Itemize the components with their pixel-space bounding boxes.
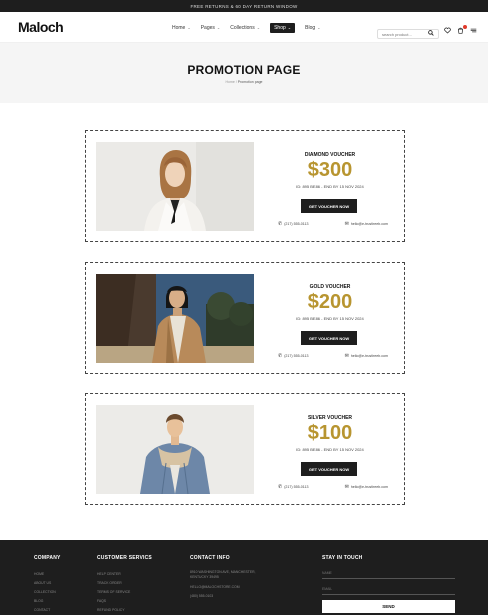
footer-email[interactable]: HELLO@MALOCHSTORE.COM <box>190 585 260 589</box>
footer-company: COMPANY HOME ABOUT US COLLECTION BLOG CO… <box>34 555 61 615</box>
footer-link[interactable]: TRACK ORDER <box>97 581 152 585</box>
email-contact[interactable]: ✉ hello@e-trustireeb.com <box>345 353 388 359</box>
footer-link[interactable]: HOME <box>34 572 61 576</box>
voucher-image <box>96 142 254 231</box>
page-title: PROMOTION PAGE <box>187 62 301 77</box>
footer-link[interactable]: BLOG <box>34 599 61 603</box>
heart-icon[interactable] <box>444 27 451 36</box>
mail-icon: ✉ <box>344 484 349 490</box>
site-header: Maloch Home ⌄ Pages ⌄ Collections ⌄ Shop ⌄ B… <box>0 12 488 43</box>
footer-contact-details: 8910 WASHINGTON AVE, MANCHESTER, KENTUCK… <box>190 570 260 598</box>
page-hero: PROMOTION PAGE Home / Promotion page <box>0 43 488 103</box>
footer-link[interactable]: COLLECTION <box>34 590 61 594</box>
cart-icon[interactable] <box>457 25 467 36</box>
get-voucher-button[interactable]: GET VOUCHER NOW <box>301 199 357 213</box>
footer-heading: CUSTOMER SERVICS <box>97 555 152 561</box>
chevron-down-icon: ⌄ <box>287 25 292 30</box>
voucher-title: SILVER VOUCHER <box>307 415 353 421</box>
chevron-down-icon: ⌄ <box>317 25 321 30</box>
voucher-info: SILVER VOUCHER $100 ID: 895 BE86 - END B… <box>262 394 398 506</box>
voucher-contact: ✆ (217) 555-0113 ✉ hello@e-trustireeb.com <box>278 353 388 359</box>
voucher-image <box>96 405 254 494</box>
voucher-amount: $300 <box>307 159 353 181</box>
voucher-meta: ID: 895 BE86 - END BY 15 NOV 2024 <box>296 447 364 452</box>
footer-heading: COMPANY <box>34 555 61 561</box>
footer-link[interactable]: FAQS <box>97 599 152 603</box>
breadcrumb-home[interactable]: Home <box>225 80 234 84</box>
footer-link[interactable]: CONTACT <box>34 608 61 612</box>
voucher-meta: ID: 895 BE86 - END BY 15 NOV 2024 <box>296 316 364 321</box>
cart-badge <box>463 25 467 29</box>
email-contact[interactable]: ✉ hello@e-trustireeb.com <box>345 221 388 227</box>
logo[interactable]: Maloch <box>18 19 64 35</box>
footer-customer-service: CUSTOMER SERVICS HELP CENTER TRACK ORDER… <box>97 555 152 615</box>
announcement-bar: FREE RETURNS & 60 DAY RETURN WINDOW <box>0 0 488 12</box>
voucher-title: DIAMOND VOUCHER <box>304 152 356 158</box>
footer-heading: CONTACT INFO <box>190 555 230 561</box>
voucher-contact: ✆ (217) 555-0113 ✉ hello@e-trustireeb.com <box>278 221 388 227</box>
get-voucher-button[interactable]: GET VOUCHER NOW <box>301 462 357 476</box>
phone-icon: ✆ <box>278 484 283 490</box>
footer-link[interactable]: HELP CENTER <box>97 572 152 576</box>
voucher-card-silver: SILVER VOUCHER $100 ID: 895 BE86 - END B… <box>85 393 405 505</box>
voucher-info: GOLD VOUCHER $200 ID: 895 BE86 - END BY … <box>262 263 398 375</box>
chevron-down-icon: ⌄ <box>187 25 191 30</box>
nav-home[interactable]: Home ⌄ <box>172 25 191 31</box>
voucher-title: GOLD VOUCHER <box>309 284 351 290</box>
voucher-info: DIAMOND VOUCHER $300 ID: 895 BE86 - END … <box>262 131 398 243</box>
email-contact[interactable]: ✉ hello@e-trustireeb.com <box>345 484 388 490</box>
email-field[interactable] <box>322 584 455 595</box>
footer-link[interactable]: ABOUT US <box>34 581 61 585</box>
voucher-contact: ✆ (217) 555-0113 ✉ hello@e-trustireeb.com <box>278 484 388 490</box>
name-field[interactable] <box>322 568 455 579</box>
mail-icon: ✉ <box>344 221 349 227</box>
voucher-image <box>96 274 254 363</box>
search-icon[interactable] <box>428 30 434 38</box>
menu-icon[interactable] <box>470 27 477 36</box>
phone-icon: ✆ <box>278 353 283 359</box>
phone-contact[interactable]: ✆ (217) 555-0113 <box>278 221 309 227</box>
voucher-amount: $100 <box>307 422 353 444</box>
footer-heading: STAY IN TOUCH <box>322 555 363 561</box>
nav-collections[interactable]: Collections ⌄ <box>230 25 260 31</box>
header-actions <box>444 25 477 36</box>
phone-contact[interactable]: ✆ (217) 555-0113 <box>278 484 309 490</box>
footer-links: HELP CENTER TRACK ORDER TERMS OF SERVICE… <box>97 572 152 612</box>
footer-link[interactable]: REFUND POLICY <box>97 608 152 612</box>
mail-icon: ✉ <box>344 353 349 359</box>
breadcrumb: Home / Promotion page <box>225 80 262 84</box>
footer-links: HOME ABOUT US COLLECTION BLOG CONTACT <box>34 572 61 612</box>
voucher-card-diamond: DIAMOND VOUCHER $300 ID: 895 BE86 - END … <box>85 130 405 242</box>
announcement-text: FREE RETURNS & 60 DAY RETURN WINDOW <box>190 3 298 9</box>
footer-link[interactable]: TERMS OF SERVICE <box>97 590 152 594</box>
nav-blog[interactable]: Blog ⌄ <box>305 25 320 31</box>
nav-pages[interactable]: Pages ⌄ <box>201 25 221 31</box>
footer-address: 8910 WASHINGTON AVE, MANCHESTER, KENTUCK… <box>190 570 256 579</box>
voucher-amount: $200 <box>307 291 353 313</box>
main-nav: Home ⌄ Pages ⌄ Collections ⌄ Shop ⌄ Blog ⌄ <box>172 12 321 43</box>
newsletter-form: SEND <box>322 568 455 613</box>
footer-contact-info: CONTACT INFO 8910 WASHINGTON AVE, MANCHE… <box>190 555 260 603</box>
nav-shop[interactable]: Shop ⌄ <box>270 22 296 33</box>
phone-icon: ✆ <box>278 221 283 227</box>
site-footer: COMPANY HOME ABOUT US COLLECTION BLOG CO… <box>0 540 488 615</box>
breadcrumb-separator: / <box>235 79 237 84</box>
footer-newsletter: STAY IN TOUCH SEND <box>322 555 455 613</box>
phone-contact[interactable]: ✆ (217) 555-0113 <box>278 353 309 359</box>
voucher-meta: ID: 895 BE86 - END BY 15 NOV 2024 <box>296 184 364 189</box>
breadcrumb-current: Promotion page <box>237 79 263 84</box>
chevron-down-icon: ⌄ <box>216 25 221 30</box>
footer-phone[interactable]: (480) 555-0103 <box>190 594 260 598</box>
get-voucher-button[interactable]: GET VOUCHER NOW <box>301 331 357 345</box>
chevron-down-icon: ⌄ <box>256 25 261 30</box>
voucher-card-gold: GOLD VOUCHER $200 ID: 895 BE86 - END BY … <box>85 262 405 374</box>
send-button[interactable]: SEND <box>322 600 455 613</box>
